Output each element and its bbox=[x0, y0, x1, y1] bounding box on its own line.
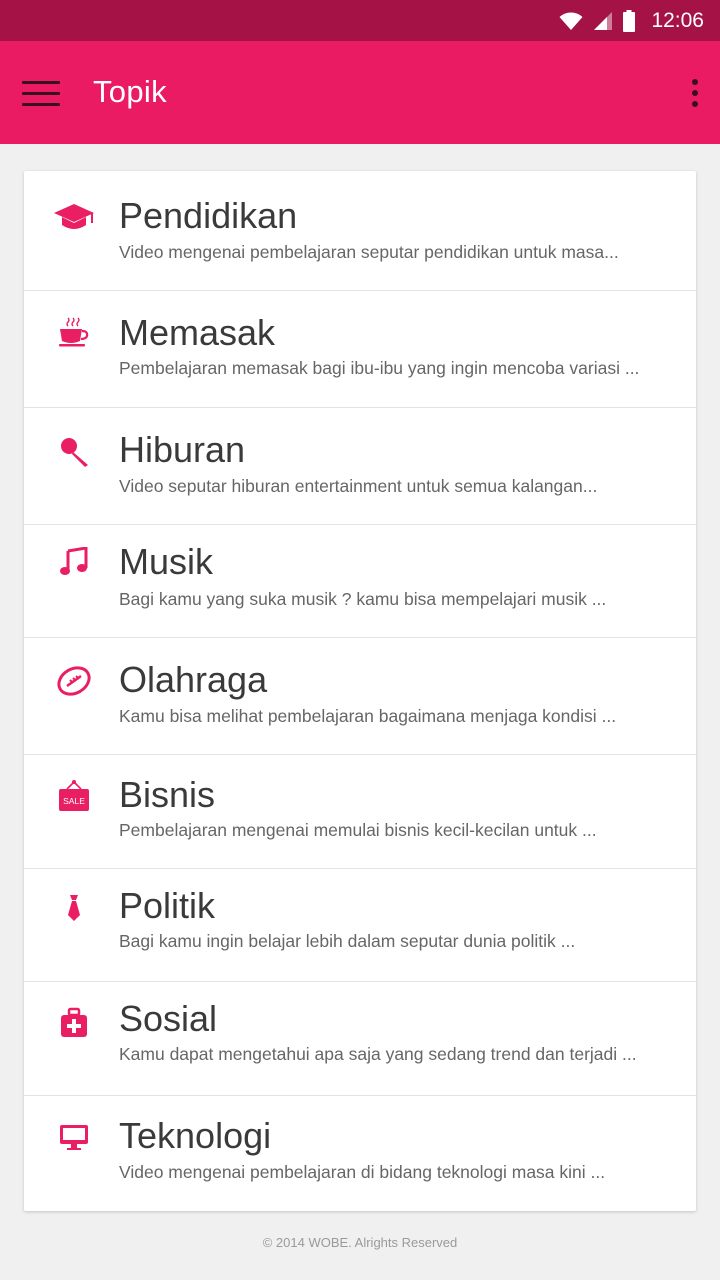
topic-title: Memasak bbox=[119, 312, 276, 353]
topic-title: Politik bbox=[119, 885, 216, 926]
topic-description: Pembelajaran mengenai memulai bisnis kec… bbox=[119, 820, 597, 840]
topic-title: Sosial bbox=[119, 998, 218, 1039]
hamburger-menu-icon[interactable] bbox=[22, 81, 60, 107]
topic-item-pendidikan[interactable]: Pendidikan Video mengenai pembelajaran s… bbox=[24, 171, 696, 291]
topic-item-teknologi[interactable]: Teknologi Video mengenai pembelajaran di… bbox=[24, 1095, 696, 1211]
topic-description: Video seputar hiburan entertainment untu… bbox=[119, 476, 598, 496]
topic-item-sosial[interactable]: Sosial Kamu dapat mengetahui apa saja ya… bbox=[24, 981, 696, 1096]
svg-text:SALE: SALE bbox=[63, 796, 85, 806]
music-note-icon bbox=[52, 542, 96, 582]
topic-title: Musik bbox=[119, 541, 214, 582]
football-icon bbox=[52, 661, 96, 701]
topic-item-olahraga[interactable]: Olahraga Kamu bisa melihat pembelajaran … bbox=[24, 637, 696, 755]
topic-item-politik[interactable]: Politik Bagi kamu ingin belajar lebih da… bbox=[24, 868, 696, 982]
clock: 12:06 bbox=[651, 8, 704, 32]
microphone-icon bbox=[52, 431, 96, 471]
topic-title: Teknologi bbox=[119, 1115, 272, 1156]
graduation-cap-icon bbox=[52, 197, 96, 237]
topic-list: Pendidikan Video mengenai pembelajaran s… bbox=[24, 171, 696, 1211]
status-bar: 12:06 bbox=[0, 0, 720, 41]
coffee-cup-icon bbox=[52, 312, 96, 352]
topic-title: Pendidikan bbox=[119, 195, 298, 236]
topic-description: Kamu dapat mengetahui apa saja yang seda… bbox=[119, 1044, 637, 1064]
sale-sign-icon: SALE bbox=[52, 776, 96, 816]
necktie-icon bbox=[52, 888, 96, 928]
topic-description: Video mengenai pembelajaran seputar pend… bbox=[119, 242, 619, 262]
topic-item-memasak[interactable]: Memasak Pembelajaran memasak bagi ibu-ib… bbox=[24, 290, 696, 408]
battery-icon bbox=[623, 9, 636, 32]
topic-item-bisnis[interactable]: SALE Bisnis Pembelajaran mengenai memula… bbox=[24, 754, 696, 869]
topic-title: Bisnis bbox=[119, 774, 216, 815]
wifi-icon bbox=[559, 12, 583, 30]
topic-description: Bagi kamu yang suka musik ? kamu bisa me… bbox=[119, 589, 607, 609]
page-title: Topik bbox=[93, 74, 167, 109]
topic-title: Olahraga bbox=[119, 659, 268, 700]
topic-description: Bagi kamu ingin belajar lebih dalam sepu… bbox=[119, 931, 576, 951]
app-bar: Topik bbox=[0, 41, 720, 144]
monitor-icon bbox=[52, 1117, 96, 1157]
topic-item-musik[interactable]: Musik Bagi kamu yang suka musik ? kamu b… bbox=[24, 524, 696, 638]
topic-description: Pembelajaran memasak bagi ibu-ibu yang i… bbox=[119, 358, 640, 378]
first-aid-kit-icon bbox=[52, 1003, 96, 1043]
topic-item-hiburan[interactable]: Hiburan Video seputar hiburan entertainm… bbox=[24, 407, 696, 525]
topic-description: Kamu bisa melihat pembelajaran bagaimana… bbox=[119, 706, 617, 726]
signal-icon bbox=[594, 11, 613, 30]
more-options-icon[interactable] bbox=[686, 79, 704, 111]
footer-copyright: © 2014 WOBE. Alrights Reserved bbox=[262, 1235, 458, 1250]
topic-description: Video mengenai pembelajaran di bidang te… bbox=[119, 1162, 606, 1182]
topic-title: Hiburan bbox=[119, 429, 246, 470]
